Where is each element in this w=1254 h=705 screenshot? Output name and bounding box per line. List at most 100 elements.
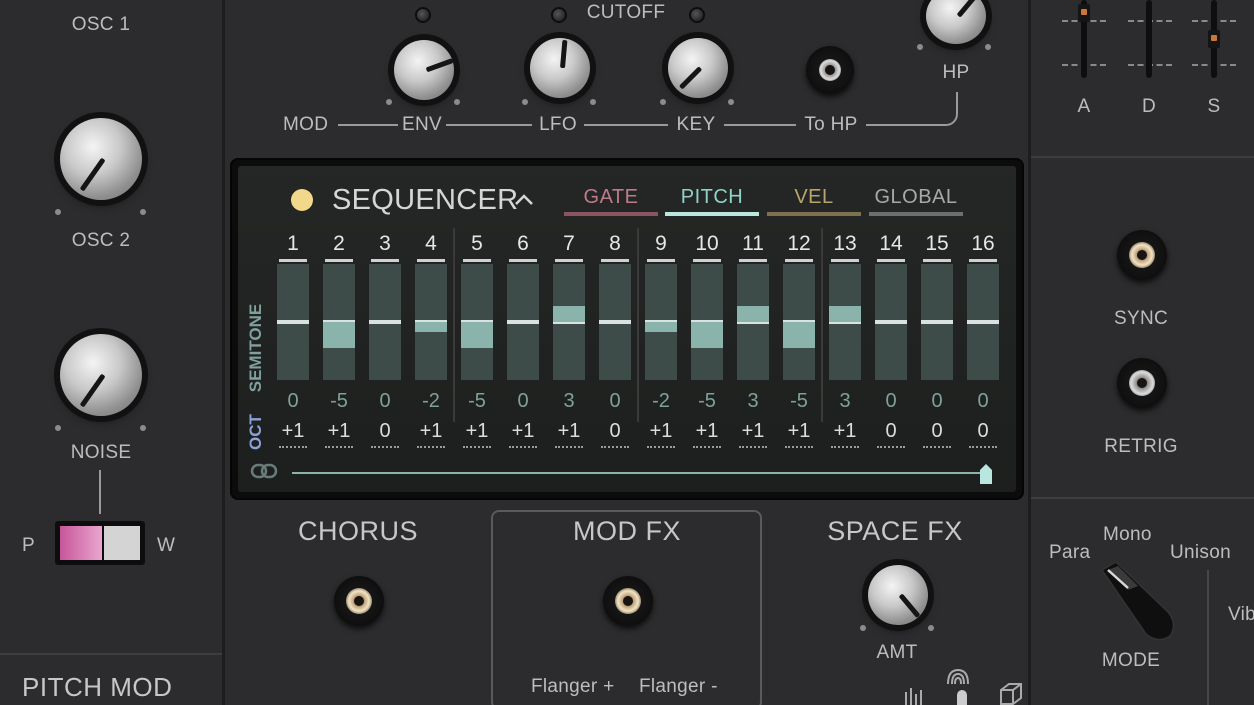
hp-knob[interactable]: [926, 0, 986, 44]
lfo-knob[interactable]: [530, 38, 590, 98]
step-number-text: 14: [879, 232, 903, 255]
pitch-step-slider[interactable]: [921, 264, 953, 380]
pitch-step-slider[interactable]: [553, 264, 585, 380]
chevron-up-icon[interactable]: [514, 192, 533, 210]
tab-vel[interactable]: VEL: [767, 186, 861, 216]
semitone-value[interactable]: 3: [733, 390, 773, 413]
echo-waves-icon[interactable]: [944, 666, 972, 686]
mode-para-label[interactable]: Para: [1049, 542, 1090, 564]
pitch-step-slider[interactable]: [967, 264, 999, 380]
semitone-value[interactable]: -5: [779, 390, 819, 413]
step-number-underline: [877, 259, 905, 262]
pitch-step-slider[interactable]: [323, 264, 355, 380]
pitch-step-slider[interactable]: [507, 264, 539, 380]
octave-dots: [739, 446, 767, 448]
tab-pitch[interactable]: PITCH: [665, 186, 759, 216]
semitone-value[interactable]: 0: [365, 390, 405, 413]
octave-value[interactable]: +1: [687, 420, 727, 448]
space-fx-selector[interactable]: [957, 690, 967, 705]
pitch-step-slider[interactable]: [645, 264, 677, 380]
sequence-length-slider-track[interactable]: [292, 472, 980, 474]
route-line: [338, 124, 398, 126]
semitone-value[interactable]: -2: [641, 390, 681, 413]
chorus-button[interactable]: [334, 576, 384, 626]
step-number-text: 4: [425, 232, 437, 255]
pitch-offset-fill: [691, 322, 723, 348]
tab-gate[interactable]: GATE: [564, 186, 658, 216]
pitch-step-slider[interactable]: [783, 264, 815, 380]
octave-value[interactable]: +1: [549, 420, 589, 448]
pitch-step-slider[interactable]: [599, 264, 631, 380]
octave-value[interactable]: +1: [641, 420, 681, 448]
flanger-plus-label[interactable]: Flanger +: [531, 676, 615, 698]
semitone-value[interactable]: 0: [917, 390, 957, 413]
pw-switch[interactable]: [55, 521, 145, 565]
octave-value[interactable]: 0: [595, 420, 635, 448]
step-number-underline: [509, 259, 537, 262]
room-cube-icon[interactable]: [998, 682, 1024, 705]
route-line: [446, 124, 532, 126]
octave-value[interactable]: +1: [319, 420, 359, 448]
tab-global[interactable]: GLOBAL: [869, 186, 963, 216]
reverb-bars-icon[interactable]: [903, 688, 929, 705]
step-number-text: 1: [287, 232, 299, 255]
step-number-underline: [693, 259, 721, 262]
space-fx-amt-knob[interactable]: [868, 565, 928, 625]
octave-value[interactable]: 0: [871, 420, 911, 448]
octave-value[interactable]: +1: [273, 420, 313, 448]
mode-mono-label[interactable]: Mono: [1103, 524, 1152, 546]
pw-switch-right-segment: [104, 526, 140, 560]
semitone-value[interactable]: 3: [825, 390, 865, 413]
mod-fx-label: MOD FX: [573, 516, 681, 546]
semitone-value[interactable]: -5: [687, 390, 727, 413]
octave-value[interactable]: +1: [779, 420, 819, 448]
octave-value[interactable]: +1: [457, 420, 497, 448]
env-knob[interactable]: [394, 40, 454, 100]
semitone-value[interactable]: 0: [963, 390, 1003, 413]
octave-value[interactable]: +1: [825, 420, 865, 448]
tab-vel-label: VEL: [794, 186, 834, 208]
semitone-value[interactable]: 3: [549, 390, 589, 413]
sequence-length-slider-handle[interactable]: [978, 462, 994, 484]
pitch-step-slider[interactable]: [691, 264, 723, 380]
pitch-step-slider[interactable]: [829, 264, 861, 380]
pitch-step-slider[interactable]: [415, 264, 447, 380]
pitch-step-slider[interactable]: [277, 264, 309, 380]
octave-value[interactable]: +1: [411, 420, 451, 448]
octave-value[interactable]: 0: [365, 420, 405, 448]
semitone-value[interactable]: 0: [595, 390, 635, 413]
semitone-value[interactable]: 0: [871, 390, 911, 413]
octave-value[interactable]: 0: [917, 420, 957, 448]
step-number-underline: [647, 259, 675, 262]
tab-underline: [869, 212, 963, 216]
semitone-value[interactable]: -5: [319, 390, 359, 413]
to-hp-jack[interactable]: [806, 46, 854, 94]
attack-fader-handle[interactable]: [1078, 4, 1090, 22]
pitch-mod-label: PITCH MOD: [22, 672, 173, 702]
osc2-knob[interactable]: [60, 118, 142, 200]
semitone-value[interactable]: -2: [411, 390, 451, 413]
octave-value[interactable]: +1: [733, 420, 773, 448]
mode-selector-knob[interactable]: [1098, 560, 1182, 642]
sync-button[interactable]: [1117, 230, 1167, 280]
pitch-step-slider[interactable]: [369, 264, 401, 380]
step-number: 16: [968, 232, 998, 262]
sustain-fader-handle[interactable]: [1208, 30, 1220, 48]
key-knob[interactable]: [668, 38, 728, 98]
pitch-step-slider[interactable]: [737, 264, 769, 380]
pitch-step-slider[interactable]: [461, 264, 493, 380]
octave-value[interactable]: +1: [503, 420, 543, 448]
link-icon[interactable]: [250, 462, 278, 480]
decay-fader-track[interactable]: [1146, 0, 1152, 78]
retrig-button[interactable]: [1117, 358, 1167, 408]
flanger-minus-label[interactable]: Flanger -: [639, 676, 718, 698]
semitone-value[interactable]: 0: [503, 390, 543, 413]
semitone-value[interactable]: 0: [273, 390, 313, 413]
mod-fx-button[interactable]: [603, 576, 653, 626]
semitone-value[interactable]: -5: [457, 390, 497, 413]
pitch-step-slider[interactable]: [875, 264, 907, 380]
knob-min-dot: [55, 425, 61, 431]
noise-knob[interactable]: [60, 334, 142, 416]
pitch-zero-line: [967, 320, 999, 324]
octave-value[interactable]: 0: [963, 420, 1003, 448]
